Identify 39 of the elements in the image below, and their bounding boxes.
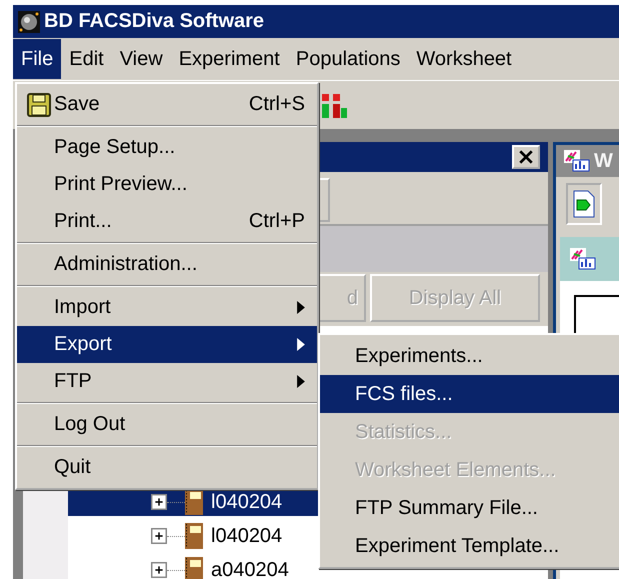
tree-label: l040204 bbox=[211, 524, 282, 548]
expand-icon[interactable] bbox=[151, 562, 167, 578]
submenu-arrow-icon bbox=[297, 301, 305, 314]
plot-icon bbox=[570, 248, 596, 270]
menu-item[interactable]: Export bbox=[17, 326, 317, 363]
close-icon bbox=[518, 149, 534, 165]
menu-item[interactable]: Log Out bbox=[17, 406, 317, 443]
menu-item[interactable]: Print... Ctrl+P bbox=[17, 203, 317, 240]
menu-item[interactable]: Quit bbox=[17, 449, 317, 486]
window-title: BD FACSDiva Software bbox=[44, 10, 264, 33]
menu-item[interactable]: Populations bbox=[288, 39, 408, 79]
panel-title: W bbox=[594, 150, 613, 172]
notebook-icon bbox=[185, 557, 203, 579]
plot-icon bbox=[564, 150, 590, 172]
menu-item[interactable]: View bbox=[112, 39, 171, 79]
menu-item[interactable]: Print Preview... bbox=[17, 166, 317, 203]
menu-item[interactable]: Save Ctrl+S bbox=[17, 86, 317, 123]
submenu-arrow-icon bbox=[297, 338, 305, 351]
toolbar-button[interactable] bbox=[566, 183, 602, 225]
menu-item[interactable]: FTP bbox=[17, 363, 317, 400]
menu-item[interactable]: Page Setup... bbox=[17, 129, 317, 166]
tree-label: l040204 bbox=[211, 490, 282, 514]
expand-icon[interactable] bbox=[151, 494, 167, 510]
menu-item[interactable]: FCS files... bbox=[320, 375, 619, 413]
expand-icon[interactable] bbox=[151, 528, 167, 544]
save-icon bbox=[27, 92, 51, 116]
menu-item[interactable]: Experiment bbox=[170, 39, 288, 79]
close-button[interactable] bbox=[512, 145, 540, 169]
app-icon bbox=[18, 10, 40, 32]
tree-label: a040204 bbox=[211, 558, 289, 579]
menu-item[interactable]: Experiments... bbox=[320, 337, 619, 375]
notebook-icon bbox=[185, 489, 203, 515]
document-tag-icon bbox=[573, 190, 595, 218]
submenu-arrow-icon bbox=[297, 375, 305, 388]
chart-icon[interactable] bbox=[319, 91, 349, 121]
notebook-icon bbox=[185, 523, 203, 549]
menu-item[interactable]: File bbox=[13, 39, 62, 79]
menu-item[interactable]: Worksheet bbox=[408, 39, 520, 79]
menu-item[interactable]: Edit bbox=[61, 39, 112, 79]
